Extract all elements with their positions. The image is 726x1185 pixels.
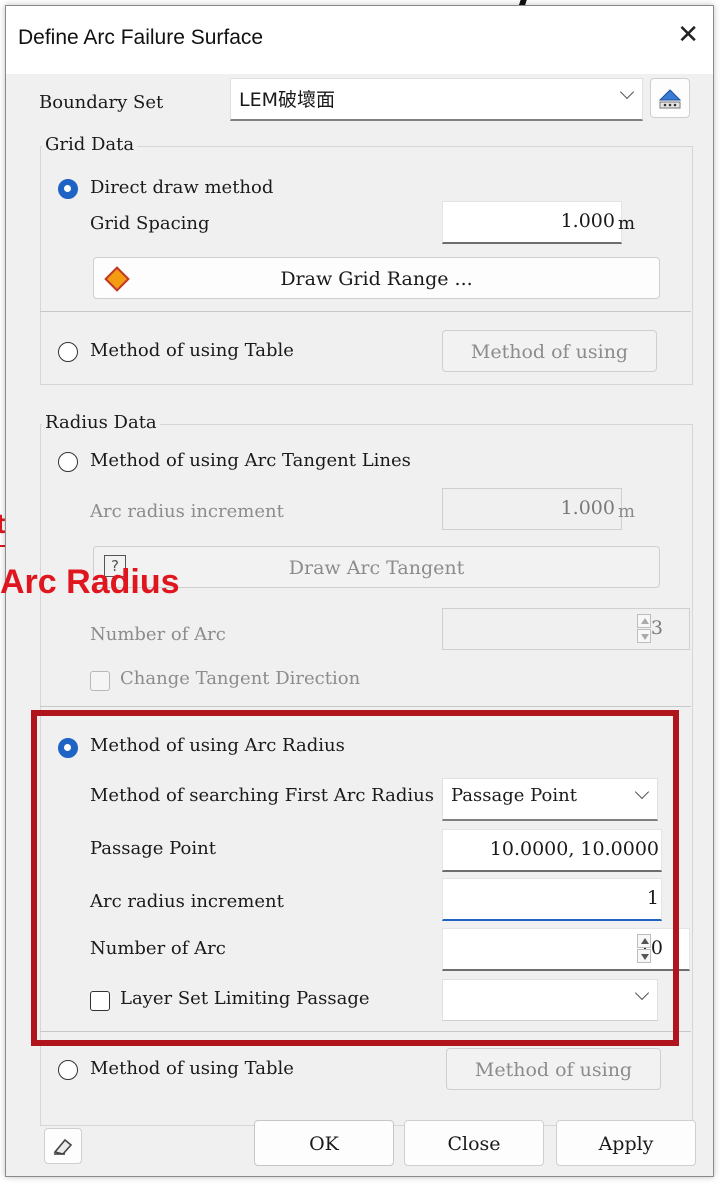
grid-data-separator <box>40 311 691 312</box>
direct-draw-radio[interactable] <box>58 179 78 199</box>
eraser-icon <box>53 1138 73 1155</box>
eraser-button[interactable] <box>44 1128 82 1164</box>
radius-data-title: Radius Data <box>42 412 160 433</box>
draw-grid-range-label: Draw Grid Range ... <box>280 268 473 290</box>
grid-method-of-using-label: Method of using <box>470 341 629 363</box>
boundary-set-label: Boundary Set <box>39 92 164 113</box>
tangent-number-value: 3 <box>650 617 663 639</box>
boundary-set-edit-button[interactable] <box>650 78 690 118</box>
grid-spacing-input[interactable]: 1.000 <box>442 201 622 244</box>
grid-method-of-using-button[interactable]: Method of using <box>442 330 657 372</box>
layer-set-icon <box>658 89 682 109</box>
grid-data-title: Grid Data <box>42 134 138 155</box>
radius-data-separator-1 <box>40 706 691 707</box>
boundary-set-value: LEM破壞面 <box>239 89 335 111</box>
close-button[interactable]: Close <box>404 1120 544 1166</box>
change-direction-checkbox[interactable] <box>90 671 110 691</box>
arc-tangent-lines-label[interactable]: Method of using Arc Tangent Lines <box>90 450 411 471</box>
close-icon[interactable]: ✕ <box>677 20 699 50</box>
tangent-increment-unit: m <box>618 501 636 522</box>
annotation-arc-radius-title: Arc Radius <box>0 563 180 601</box>
tangent-increment-label: Arc radius increment <box>90 501 284 522</box>
radius-method-of-using-label: Method of using <box>474 1059 633 1081</box>
close-label: Close <box>447 1133 501 1155</box>
boundary-set-select[interactable]: LEM破壞面 <box>230 78 643 121</box>
ok-button[interactable]: OK <box>254 1120 394 1166</box>
arc-tangent-lines-radio[interactable] <box>58 452 78 472</box>
direct-draw-label[interactable]: Direct draw method <box>90 177 273 198</box>
title-bar: Define Arc Failure Surface ✕ <box>6 6 713 74</box>
radius-method-of-using-button[interactable]: Method of using <box>446 1048 661 1090</box>
grid-spacing-label: Grid Spacing <box>90 213 210 234</box>
radius-table-method-label[interactable]: Method of using Table <box>90 1058 294 1079</box>
tangent-number-input[interactable]: 3 <box>442 608 690 650</box>
arc-radius-highlight-frame <box>31 710 679 1046</box>
chevron-down-icon <box>619 84 635 100</box>
dialog-title: Define Arc Failure Surface <box>18 26 264 49</box>
ok-label: OK <box>309 1133 339 1155</box>
change-direction-label: Change Tangent Direction <box>120 668 361 689</box>
apply-label: Apply <box>598 1133 654 1155</box>
tangent-increment-input[interactable]: 1.000 <box>442 488 622 530</box>
grid-spacing-unit: m <box>618 213 636 234</box>
grid-table-method-radio[interactable] <box>58 342 78 362</box>
tangent-number-label: Number of Arc <box>90 624 226 645</box>
draw-grid-range-button[interactable]: Draw Grid Range ... <box>93 257 660 299</box>
apply-button[interactable]: Apply <box>556 1120 696 1166</box>
grid-table-method-label[interactable]: Method of using Table <box>90 340 294 361</box>
radius-table-method-radio[interactable] <box>58 1060 78 1080</box>
